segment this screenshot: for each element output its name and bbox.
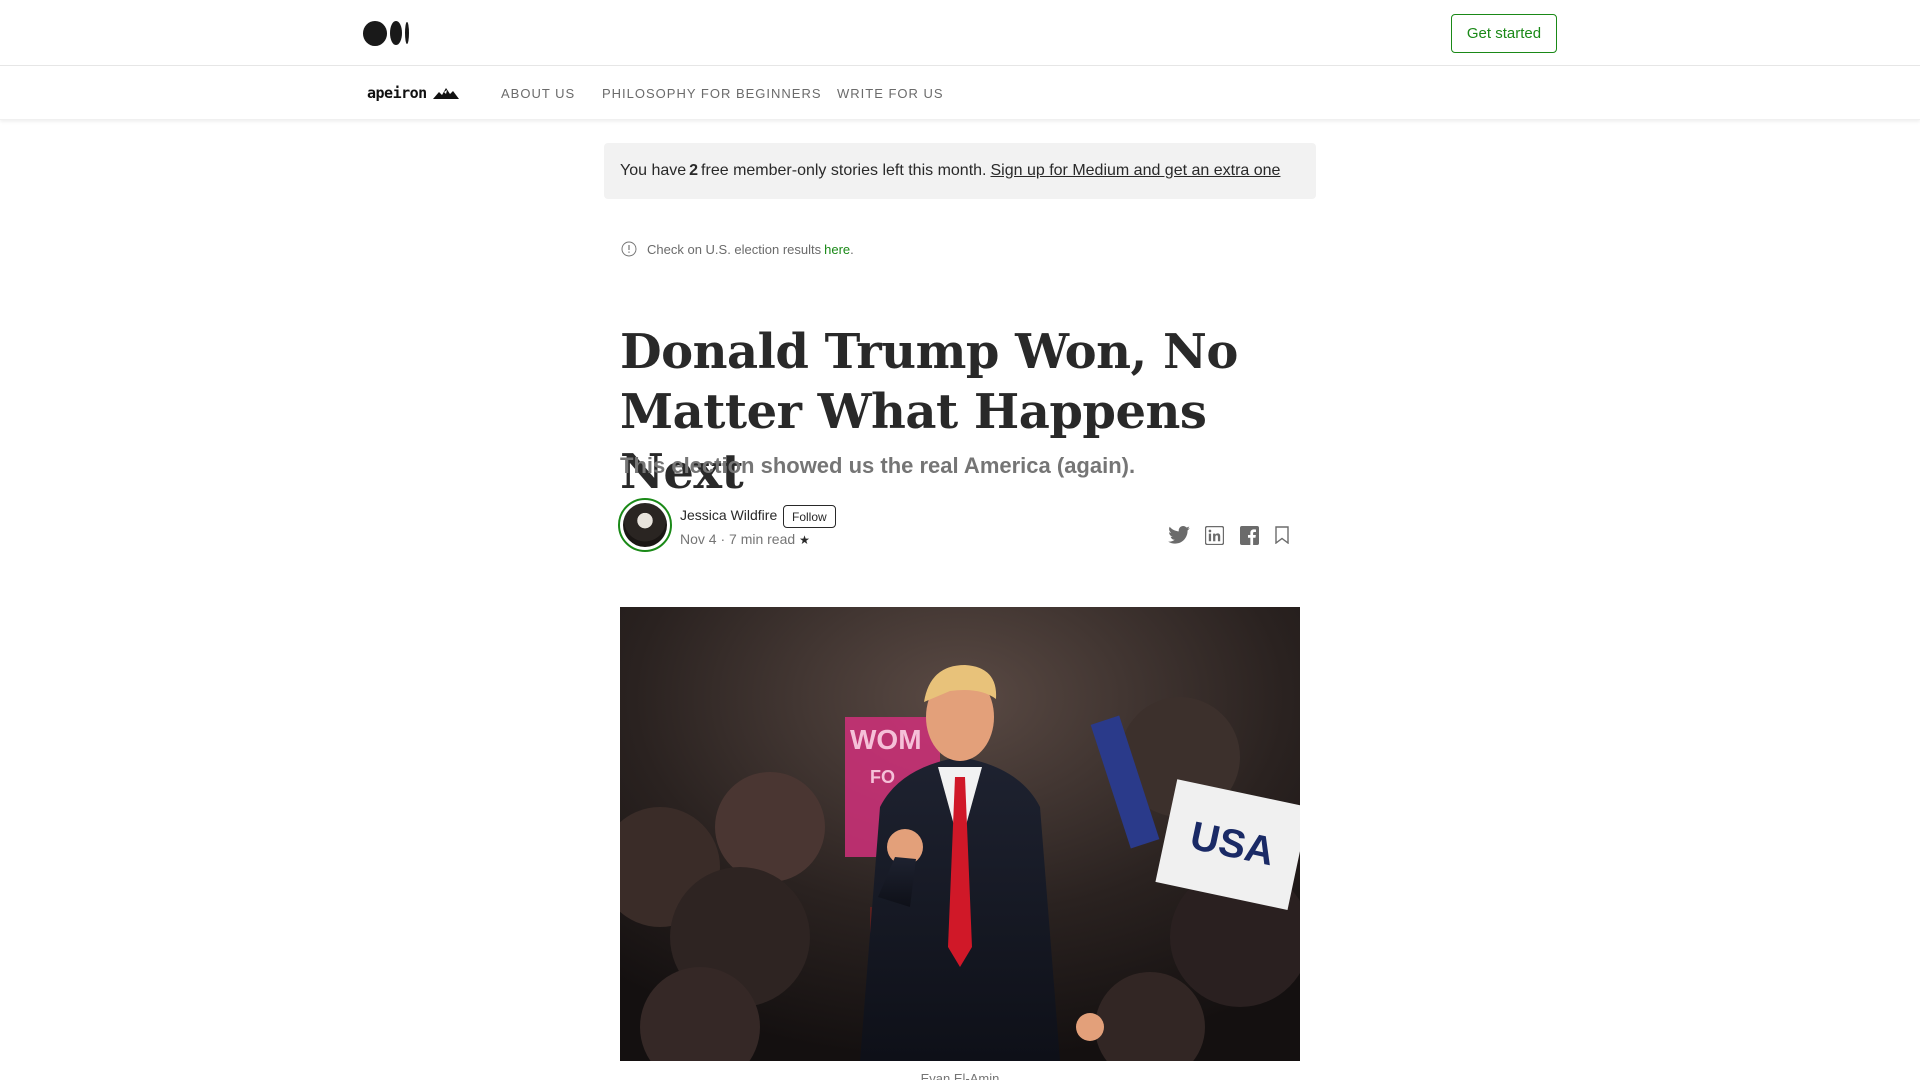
facebook-icon[interactable]: [1238, 525, 1260, 545]
medium-logo[interactable]: [363, 20, 409, 46]
election-results-link[interactable]: here: [824, 242, 850, 257]
election-notice-trail: .: [850, 241, 854, 257]
svg-text:FO: FO: [870, 767, 895, 787]
twitter-icon[interactable]: [1168, 525, 1190, 545]
free-stories-count: 2: [689, 162, 699, 179]
nav-about-us[interactable]: ABOUT US: [501, 86, 575, 101]
publication-logo[interactable]: apeiron: [367, 82, 459, 104]
publication-nav: apeiron ABOUT US PHILOSOPHY FOR BEGINNER…: [0, 66, 1920, 120]
member-stories-banner: You have 2 free member-only stories left…: [604, 143, 1316, 199]
linkedin-icon[interactable]: [1203, 525, 1225, 545]
article-meta: Nov 4 · 7 min read ★: [680, 531, 810, 547]
date-read-time: Nov 4 · 7 min read: [680, 531, 796, 547]
article-subtitle: This election showed us the real America…: [620, 453, 1136, 478]
bookmark-icon[interactable]: [1271, 525, 1293, 545]
publication-logo-text: apeiron: [367, 84, 427, 102]
article-hero-image: WOM FO USA: [620, 607, 1300, 1061]
mountain-icon: [432, 88, 459, 99]
nav-philosophy-for-beginners[interactable]: PHILOSOPHY FOR BEGINNERS: [602, 86, 822, 101]
follow-button[interactable]: Follow: [783, 505, 836, 528]
member-star-icon: ★: [799, 533, 810, 547]
rally-photo: WOM FO USA: [620, 607, 1300, 1061]
banner-suffix: free member-only stories left this month…: [701, 162, 987, 179]
get-started-button[interactable]: Get started: [1451, 14, 1557, 53]
top-bar: Get started: [0, 0, 1920, 66]
election-notice: Check on U.S. election results here .: [621, 240, 854, 258]
banner-prefix: You have: [620, 162, 687, 179]
signup-link[interactable]: Sign up for Medium and get an extra one: [990, 162, 1280, 180]
image-caption: Evan El-Amin: [920, 1071, 1000, 1080]
info-icon: [621, 241, 637, 257]
author-name[interactable]: Jessica Wildfire: [680, 507, 777, 523]
svg-text:WOM: WOM: [850, 724, 922, 755]
election-notice-text: Check on U.S. election results: [647, 241, 822, 257]
author-row: Jessica Wildfire Follow Nov 4 · 7 min re…: [618, 498, 1298, 556]
avatar[interactable]: [618, 498, 672, 552]
nav-write-for-us[interactable]: WRITE FOR US: [837, 86, 944, 101]
